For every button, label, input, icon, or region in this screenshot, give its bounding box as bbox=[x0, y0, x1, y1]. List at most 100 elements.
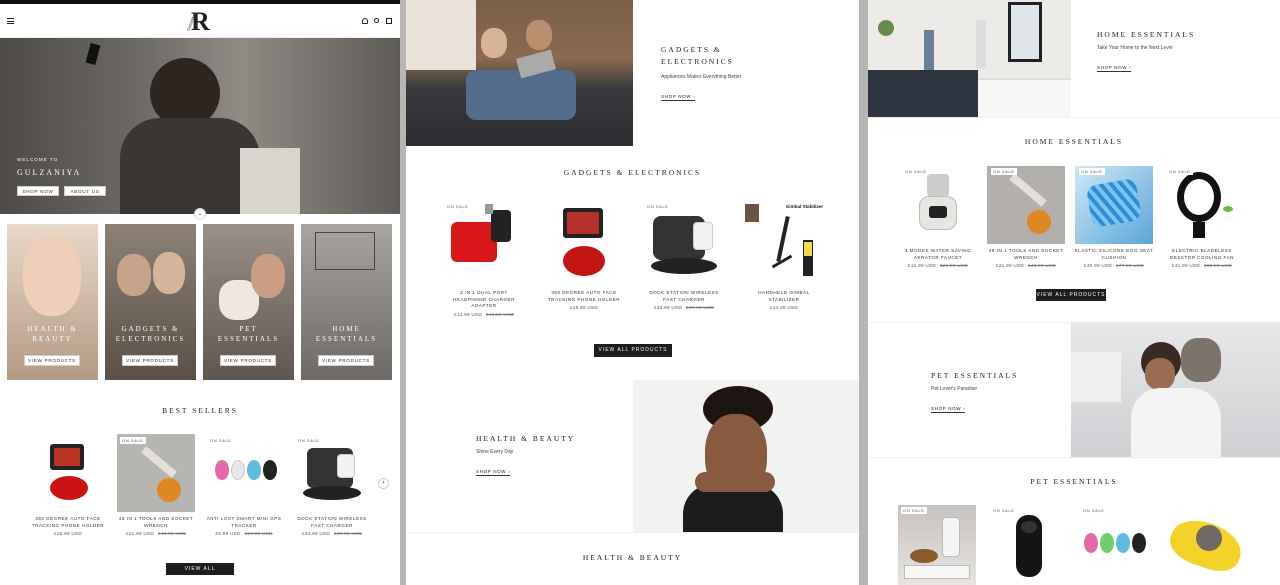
product-name-line2: WRENCH bbox=[1014, 254, 1038, 260]
category-tile-health-beauty[interactable]: HEALTH & BEAUTY VIEW PRODUCTS bbox=[7, 224, 98, 380]
product-image: Gimbal Stabilizer bbox=[741, 200, 827, 286]
product-image[interactable]: ON SALE bbox=[988, 505, 1066, 585]
view-all-products-button[interactable]: VIEW ALL PRODUCTS bbox=[166, 563, 234, 584]
view-all-products-button[interactable]: VIEW ALL PRODUCTS bbox=[1036, 289, 1106, 301]
product-card[interactable]: ON SALE DOCK STATION WIRELESS FAST CHARGE… bbox=[284, 434, 380, 536]
sale-badge: ON SALE bbox=[1079, 168, 1105, 175]
sale-badge: ON SALE bbox=[445, 203, 471, 210]
product-name-line1: 3 MODES WATER SAVING bbox=[904, 248, 972, 253]
tile-label-line2: ESSENTIALS bbox=[315, 335, 378, 343]
product-card[interactable]: ON SALE 3 MODES WATER SAVING AERATOR FAUC… bbox=[896, 166, 980, 268]
product-name-line1: DOCK STATION WIRELESS bbox=[649, 290, 719, 295]
tile-couple-photo bbox=[117, 254, 151, 296]
site-header: R Gulzaniya bbox=[0, 4, 400, 38]
hero-banner: WELCOME TO GULZANIYA SHOP NOW ABOUT US bbox=[0, 38, 400, 214]
menu-icon[interactable] bbox=[7, 18, 14, 24]
product-name-line2: DESKTOP COOLING FAN bbox=[1170, 254, 1234, 260]
view-products-button[interactable]: VIEW PRODUCTS bbox=[122, 355, 178, 366]
product-image: ON SALE bbox=[117, 434, 195, 512]
cart-icon[interactable] bbox=[386, 18, 392, 24]
category-tile-gadgets-electronics[interactable]: GADGETS & ELECTRONICS VIEW PRODUCTS bbox=[105, 224, 196, 380]
product-name-line1: ELECTRIC BLADELESS bbox=[1172, 248, 1232, 253]
product-card[interactable]: 360 DEGREE AUTO FACE TRACKING PHONE HOLDE… bbox=[536, 200, 632, 310]
product-name-line1: ELASTIC SILICONE EGG SEAT bbox=[1074, 248, 1154, 253]
product-name-line2: AERATOR FAUCET bbox=[913, 254, 963, 260]
home-banner-subtitle: Take Your Home to the Next Level bbox=[1097, 45, 1173, 51]
product-old-price: £47.99 USD bbox=[686, 305, 715, 310]
product-name-line2: WRENCH bbox=[144, 522, 168, 528]
sale-badge: ON SALE bbox=[120, 437, 146, 444]
product-price: £14.99 USD bbox=[453, 311, 482, 317]
search-icon[interactable] bbox=[374, 18, 379, 23]
pet-shop-now-link[interactable]: SHOP NOW › bbox=[931, 406, 966, 413]
sale-badge: ON SALE bbox=[296, 437, 322, 444]
view-products-button[interactable]: VIEW PRODUCTS bbox=[318, 355, 374, 366]
product-name-line2: STABILIZER bbox=[768, 296, 800, 302]
product-old-price: £47.99 USD bbox=[334, 531, 363, 536]
product-name-line3: ADAPTER bbox=[471, 303, 497, 308]
product-old-price: £45.99 USD bbox=[486, 311, 515, 317]
site-logo[interactable]: R Gulzaniya bbox=[186, 7, 212, 37]
product-name-line2: TRACKER bbox=[231, 522, 257, 528]
product-card[interactable]: ON SALE ANTI LOST SMART MINI GPS TRACKER … bbox=[196, 434, 292, 536]
beauty-banner-title: HEALTH & BEAUTY bbox=[476, 434, 576, 443]
product-card[interactable]: ON SALE 48 IN 1 TOOLS AND SOCKET WRENCH £… bbox=[108, 434, 204, 536]
product-image bbox=[30, 434, 106, 512]
product-name-line2: FAST CHARGER bbox=[663, 296, 705, 302]
hero-shop-now-button[interactable]: SHOP NOW bbox=[17, 186, 59, 196]
beauty-section-title: HEALTH & BEAUTY bbox=[582, 553, 683, 562]
home-shop-now-link[interactable]: SHOP NOW › bbox=[1097, 65, 1132, 72]
product-old-price: £19.99 USD bbox=[244, 531, 273, 536]
product-card[interactable]: ON SALE 48 IN 1 TOOLS AND SOCKET WRENCH £… bbox=[984, 166, 1068, 268]
product-image: ON SALE bbox=[641, 200, 727, 286]
product-card[interactable]: ON SALE ELECTRIC BLADELESS DESKTOP COOLIN… bbox=[1160, 166, 1244, 268]
sale-badge: ON SALE bbox=[1167, 168, 1193, 175]
tile-face-photo bbox=[23, 236, 81, 316]
product-card[interactable]: ON SALE ELASTIC SILICONE EGG SEAT CUSHION… bbox=[1072, 166, 1156, 268]
product-image: ON SALE bbox=[1163, 166, 1241, 244]
product-image[interactable]: ON SALE bbox=[1078, 505, 1156, 585]
product-image[interactable]: ON SALE bbox=[898, 505, 976, 585]
best-sellers-title: BEST SELLERS bbox=[162, 406, 238, 415]
product-price: £12.99 USD bbox=[907, 263, 936, 268]
beauty-banner-photo bbox=[633, 380, 859, 532]
view-products-button[interactable]: VIEW PRODUCTS bbox=[24, 355, 80, 366]
phone-in-hand bbox=[85, 43, 101, 65]
gadgets-section-title: GADGETS & ELECTRONICS bbox=[563, 168, 702, 177]
category-tile-pet-essentials[interactable]: PET ESSENTIALS VIEW PRODUCTS bbox=[203, 224, 294, 380]
product-name-line2: CUSHION bbox=[1101, 254, 1127, 260]
product-price: £31.99 USD bbox=[1171, 263, 1200, 268]
gadgets-shop-now-link[interactable]: SHOP NOW › bbox=[661, 94, 696, 101]
carousel-next-icon[interactable]: › bbox=[378, 478, 389, 489]
tile-label-line1: HEALTH & bbox=[27, 325, 78, 333]
hero-title: GULZANIYA bbox=[17, 168, 82, 177]
product-card[interactable]: 360 DEGREE AUTO FACE TRACKING PHONE HOLDE… bbox=[20, 434, 116, 536]
product-price: £44.99 USD bbox=[769, 305, 799, 310]
account-icon[interactable] bbox=[362, 18, 368, 24]
gadgets-banner-subtitle: Appliances Makes Everything Better bbox=[661, 74, 742, 80]
category-tile-home-essentials[interactable]: HOME ESSENTIALS VIEW PRODUCTS bbox=[301, 224, 392, 380]
view-all-products-button[interactable]: VIEW ALL PRODUCTS bbox=[594, 344, 672, 357]
tile-label-line1: GADGETS & bbox=[121, 325, 180, 333]
product-image: ON SALE bbox=[1075, 166, 1153, 244]
product-price: £25.99 USD bbox=[53, 531, 83, 536]
product-card[interactable]: Gimbal Stabilizer HANDHELD GIMBAL STABILI… bbox=[736, 200, 832, 310]
home-banner-title: HOME ESSENTIALS bbox=[1097, 30, 1196, 39]
product-name-line1: 48 IN 1 TOOLS AND SOCKET bbox=[118, 516, 194, 521]
homepage-column-2: GADGETS & ELECTRONICS Appliances Makes E… bbox=[406, 0, 859, 585]
home-section-title: HOME ESSENTIALS bbox=[1024, 137, 1124, 146]
gadgets-banner-title-line2: ELECTRONICS bbox=[661, 57, 734, 66]
view-products-button[interactable]: VIEW PRODUCTS bbox=[220, 355, 276, 366]
product-image: ON SALE bbox=[293, 434, 371, 512]
hero-person-body bbox=[120, 118, 260, 214]
product-card[interactable]: ON SALE 2 IN 1 DUAL PORT HEADPHONE CHARGE… bbox=[436, 200, 532, 317]
gadgets-banner-title-line1: GADGETS & bbox=[661, 45, 722, 54]
product-name-line2: TRACKING PHONE HOLDER bbox=[547, 296, 621, 302]
beauty-shop-now-link[interactable]: SHOP NOW › bbox=[476, 469, 511, 476]
product-image[interactable] bbox=[1166, 505, 1244, 585]
product-price: £33.99 USD bbox=[653, 305, 682, 310]
scroll-down-icon[interactable]: ⌄ bbox=[194, 208, 206, 220]
product-old-price: £43.99 USD bbox=[158, 531, 187, 536]
hero-about-us-button[interactable]: ABOUT US bbox=[64, 186, 106, 196]
product-card[interactable]: ON SALE DOCK STATION WIRELESS FAST CHARGE… bbox=[636, 200, 732, 310]
